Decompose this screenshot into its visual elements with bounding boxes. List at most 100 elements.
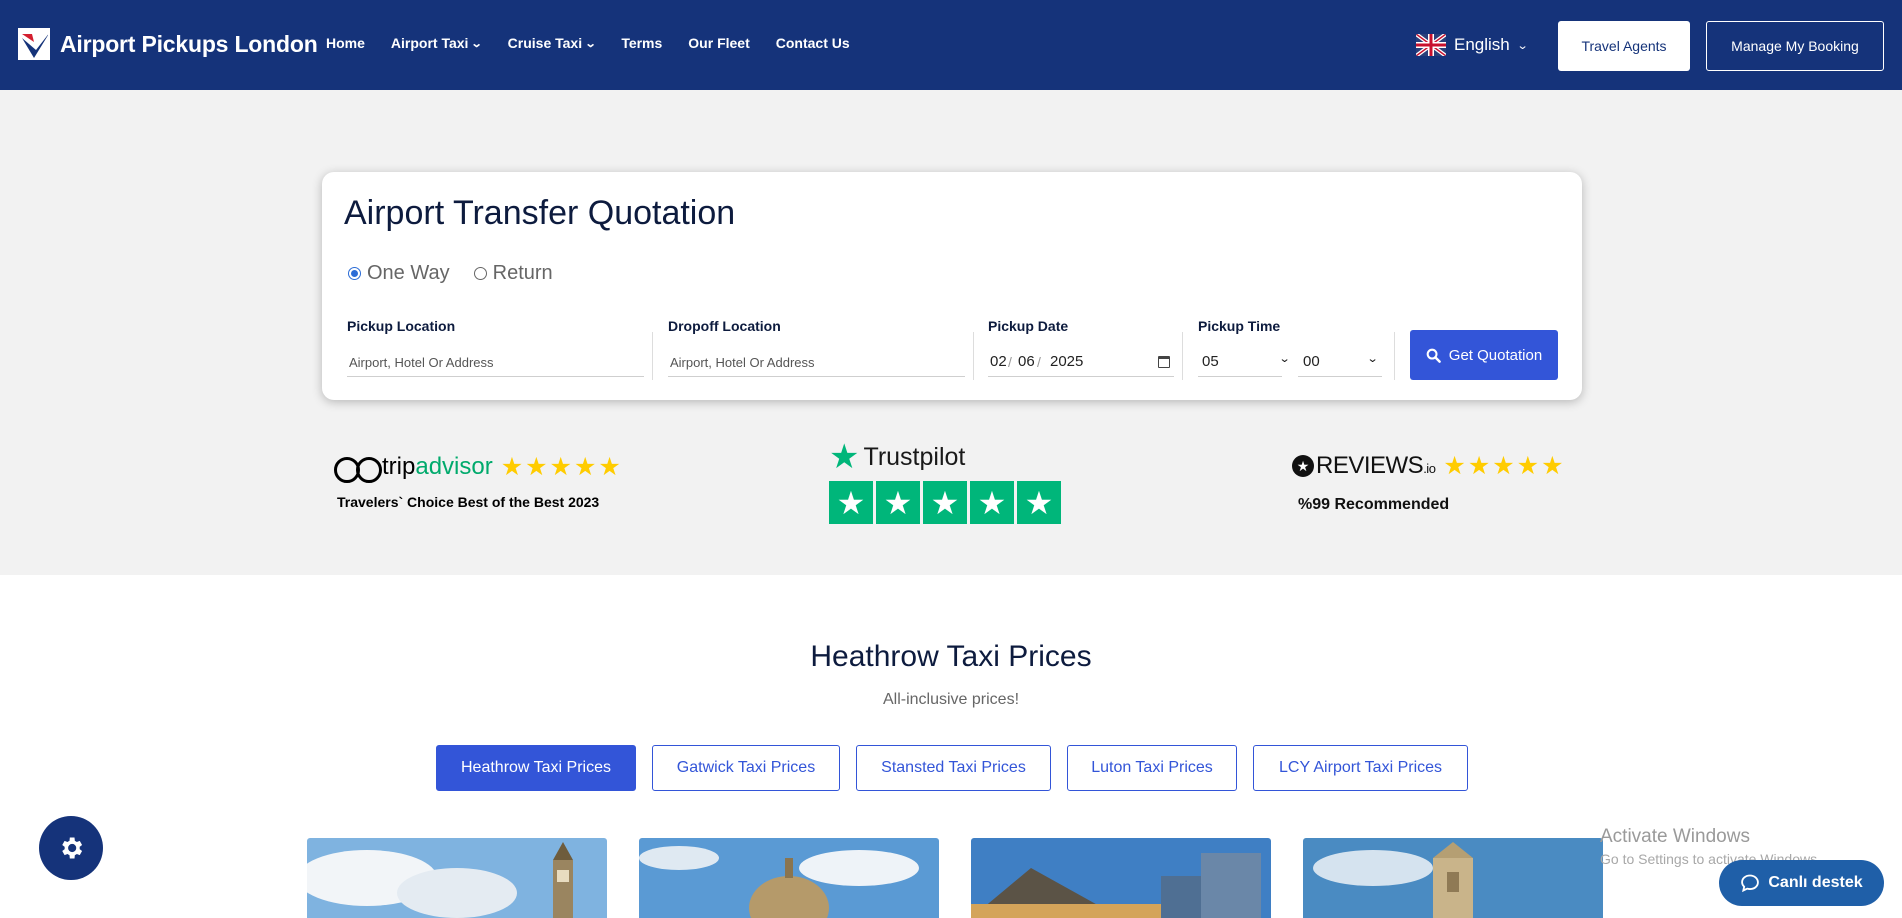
tripadvisor-stars-icon: ★★★★★ — [500, 453, 623, 481]
trustpilot-rating: ★ ★ ★ ★ ★ — [829, 481, 1061, 524]
brand-name: Airport Pickups London — [60, 30, 318, 57]
nav-terms-label: Terms — [621, 35, 663, 51]
tripadvisor-logo: tripadvisor — [382, 453, 493, 481]
uk-flag-icon — [1416, 34, 1446, 56]
radio-return[interactable]: Return — [473, 262, 553, 285]
settings-button[interactable] — [39, 816, 103, 880]
live-chat-button[interactable]: Canlı destek — [1719, 860, 1884, 906]
trustpilot-wordmark: Trustpilot — [863, 442, 966, 471]
quotation-card: Airport Transfer Quotation One Way Retur… — [322, 172, 1582, 400]
nav-airport-taxi-label: Airport Taxi — [390, 35, 469, 51]
tripadvisor-caption: Travelers` Choice Best of the Best 2023 — [337, 494, 600, 510]
trustpilot-star-icon: ★ — [829, 438, 860, 476]
reviewsio-stars-icon: ★★★★★ — [1443, 452, 1566, 480]
get-quotation-button[interactable]: Get Quotation — [1410, 330, 1558, 380]
pickup-date-label: Pickup Date — [988, 318, 1069, 334]
nav-terms[interactable]: Terms — [621, 35, 662, 51]
reviewsio-logo-text: REVIEWS — [1316, 452, 1424, 479]
reviewsio-logo: REVIEWS.io — [1316, 452, 1436, 480]
chevron-down-icon: ⌄ — [1516, 39, 1529, 52]
reviewsio-star-icon: ★ — [1292, 455, 1314, 477]
dropoff-location-label: Dropoff Location — [668, 318, 781, 334]
date-day[interactable]: 02 — [990, 353, 1007, 370]
prices-subtitle: All-inclusive prices! — [882, 691, 1020, 708]
nav-airport-taxi[interactable]: Airport Taxi ⌄ — [390, 35, 484, 51]
divider — [652, 332, 653, 380]
tripadvisor-badge[interactable]: tripadvisor ★★★★★ — [334, 452, 623, 483]
trustpilot-star-box-icon: ★ — [923, 481, 967, 524]
top-navbar: Airport Pickups London Home Airport Taxi… — [0, 0, 1902, 90]
divider — [1394, 332, 1395, 380]
nav-our-fleet-label: Our Fleet — [688, 35, 750, 51]
divider — [1182, 332, 1183, 380]
nav-contact-us[interactable]: Contact Us — [776, 35, 850, 51]
nav-home[interactable]: Home — [326, 35, 365, 51]
chevron-down-icon: ⌄ — [1278, 353, 1291, 365]
chevron-down-icon: ⌄ — [471, 37, 484, 50]
chevron-down-icon: ⌄ — [1366, 353, 1379, 365]
calendar-icon[interactable] — [1158, 356, 1170, 368]
brand[interactable]: Airport Pickups London — [18, 28, 318, 60]
get-quotation-label: Get Quotation — [1448, 346, 1543, 364]
quotation-title: Airport Transfer Quotation — [344, 194, 736, 232]
hour-underline — [1198, 376, 1282, 377]
minute-underline — [1298, 376, 1382, 377]
reviewsio-logo-suffix: .io — [1423, 461, 1436, 476]
date-separator: / — [1037, 354, 1041, 370]
manage-booking-button[interactable]: Manage My Booking — [1706, 21, 1884, 71]
nav-cruise-taxi-label: Cruise Taxi — [507, 35, 583, 51]
radio-one-way[interactable]: One Way — [348, 262, 450, 285]
radio-checked-icon — [348, 267, 361, 280]
live-chat-label: Canlı destek — [1768, 874, 1863, 891]
hour-value: 05 — [1202, 353, 1219, 370]
date-month[interactable]: 06 — [1018, 353, 1035, 370]
nav-home-label: Home — [326, 35, 365, 51]
nav-contact-us-label: Contact Us — [775, 35, 850, 51]
prices-title: Heathrow Taxi Prices — [810, 640, 1092, 673]
activate-windows-title: Activate Windows — [1600, 826, 1750, 847]
date-separator: / — [1008, 354, 1012, 370]
date-year[interactable]: 2025 — [1050, 353, 1083, 370]
tab-heathrow[interactable]: Heathrow Taxi Prices — [436, 745, 636, 791]
date-underline — [988, 376, 1174, 377]
trustpilot-star-box-icon: ★ — [829, 481, 873, 524]
tab-lcy[interactable]: LCY Airport Taxi Prices — [1253, 745, 1468, 791]
trustpilot-star-box-icon: ★ — [876, 481, 920, 524]
tripadvisor-logo-a: trip — [382, 453, 416, 480]
search-icon — [1426, 348, 1441, 363]
gear-icon — [62, 837, 83, 859]
pickup-location-input[interactable]: Airport, Hotel Or Address — [349, 355, 494, 370]
tab-stansted[interactable]: Stansted Taxi Prices — [856, 745, 1051, 791]
chevron-down-icon: ⌄ — [584, 37, 597, 50]
destination-image[interactable] — [1303, 838, 1603, 918]
trustpilot-logo[interactable]: ★ Trustpilot — [829, 440, 965, 474]
language-label: English — [1454, 35, 1510, 54]
tab-luton[interactable]: Luton Taxi Prices — [1067, 745, 1237, 791]
reviewsio-badge[interactable]: ★ REVIEWS.io ★★★★★ — [1292, 451, 1565, 481]
radio-return-label: Return — [492, 262, 553, 284]
radio-unchecked-icon — [473, 267, 487, 280]
chat-bubble-icon — [1741, 874, 1760, 893]
nav-our-fleet[interactable]: Our Fleet — [688, 35, 749, 51]
destination-image[interactable] — [307, 838, 607, 918]
trustpilot-star-box-icon: ★ — [970, 481, 1014, 524]
trustpilot-star-box-icon: ★ — [1017, 481, 1061, 524]
tripadvisor-owl-icon — [334, 453, 382, 483]
nav-cruise-taxi[interactable]: Cruise Taxi ⌄ — [507, 35, 597, 51]
language-selector[interactable]: English ⌄ — [1416, 34, 1529, 56]
reviewsio-caption: %99 Recommended — [1298, 496, 1450, 513]
destination-image[interactable] — [971, 838, 1271, 918]
main-nav: Home Airport Taxi ⌄ Cruise Taxi ⌄ Terms Ou… — [326, 35, 850, 51]
trip-type-group: One Way Return — [348, 262, 553, 285]
tripadvisor-logo-b: advisor — [415, 453, 493, 480]
tab-gatwick[interactable]: Gatwick Taxi Prices — [652, 745, 840, 791]
travel-agents-button[interactable]: Travel Agents — [1558, 21, 1690, 71]
brand-logo-icon — [18, 28, 50, 60]
pickup-underline — [347, 376, 644, 377]
radio-one-way-label: One Way — [367, 262, 450, 284]
minute-value: 00 — [1303, 353, 1320, 370]
dropoff-underline — [668, 376, 965, 377]
dropoff-location-input[interactable]: Airport, Hotel Or Address — [670, 355, 815, 370]
destination-image[interactable] — [639, 838, 939, 918]
pickup-time-label: Pickup Time — [1198, 318, 1281, 334]
